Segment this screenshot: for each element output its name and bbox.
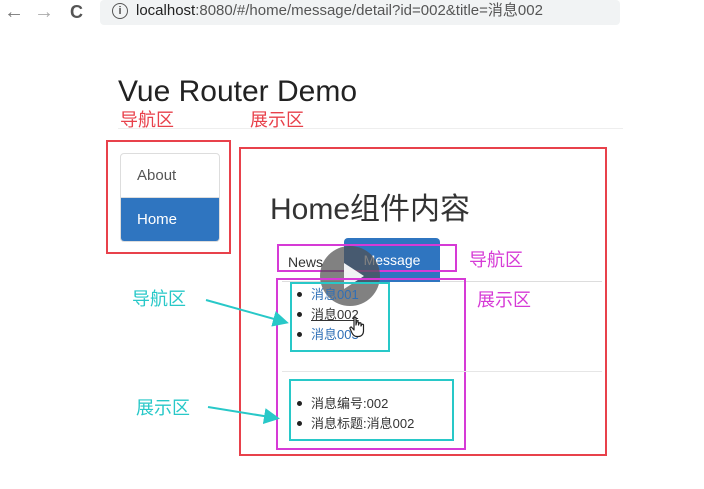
arrow-list-view	[207, 406, 280, 424]
annotation-arrows	[205, 299, 289, 424]
arrow-list-nav	[205, 299, 289, 327]
